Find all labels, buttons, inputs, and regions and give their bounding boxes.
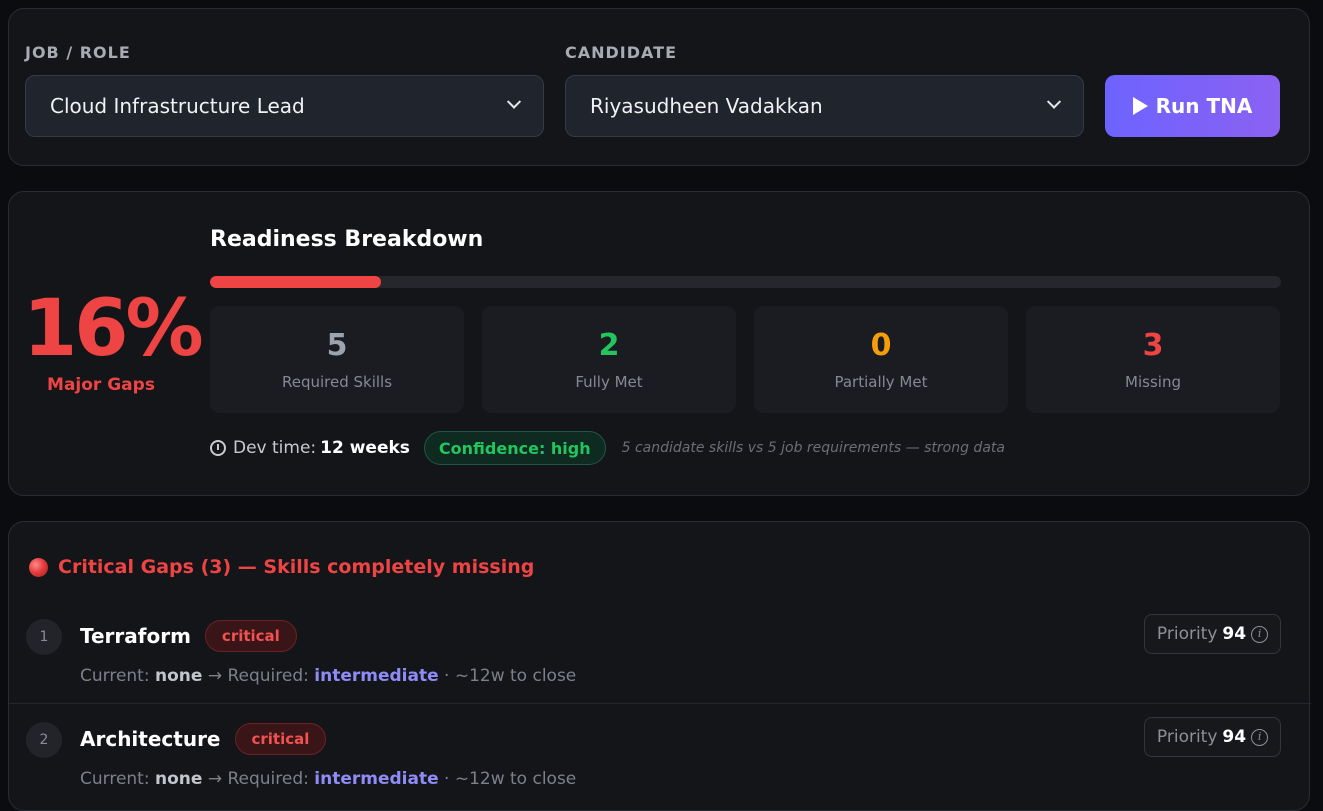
critical-gaps-title: Critical Gaps (3) — Skills completely mi… [58,556,535,578]
stat-value: 3 [1142,328,1164,363]
required-label: → Required: [207,666,309,686]
required-level: intermediate [314,769,439,789]
stat-label: Required Skills [281,373,393,391]
readiness-progress-bar [210,276,1281,288]
current-level: none [154,769,203,789]
stat-label: Partially Met [834,373,928,391]
readiness-meta: Dev time: 12 weeks Confidence: high 5 ca… [210,431,1005,465]
gap-row[interactable]: 2 Architecture critical Current: none → … [9,707,1311,807]
stat-missing: 3 Missing [1026,306,1280,413]
job-role-value: Cloud Infrastructure Lead [50,94,305,118]
candidate-label: CANDIDATE [565,43,678,62]
priority-label: Priority [1156,624,1218,644]
play-icon [1132,97,1148,115]
job-role-label: JOB / ROLE [25,43,131,62]
priority-badge[interactable]: Priority 94 i [1144,717,1281,757]
stat-fully-met: 2 Fully Met [482,306,736,413]
stat-label: Fully Met [575,373,643,391]
dev-time-label: Dev time: [233,438,317,458]
dev-time: Dev time: 12 weeks [210,438,410,458]
required-label: → Required: [207,769,309,789]
severity-badge: critical [204,620,297,652]
critical-gaps-heading: Critical Gaps (3) — Skills completely mi… [29,556,534,578]
gap-index: 1 [26,619,62,655]
confidence-badge: Confidence: high [423,431,606,465]
info-icon[interactable]: i [1251,728,1269,746]
gap-detail: Current: none → Required: intermediate ·… [80,666,576,686]
critical-gaps-panel: Critical Gaps (3) — Skills completely mi… [8,521,1311,811]
readiness-percent: 16% [23,284,204,374]
priority-label: Priority [1156,727,1218,747]
severity-badge: critical [234,723,327,755]
stat-value: 0 [870,328,892,363]
chevron-down-icon [506,94,522,109]
info-icon[interactable]: i [1251,625,1269,643]
candidate-select[interactable]: Riyasudheen Vadakkan [565,75,1084,137]
readiness-breakdown-title: Readiness Breakdown [210,227,484,252]
stat-value: 5 [326,328,348,363]
priority-value: 94 [1222,624,1247,644]
close-time: · ~12w to close [444,666,577,686]
stat-required-skills: 5 Required Skills [210,306,464,413]
current-label: Current: [80,769,150,789]
readiness-panel: 16% Major Gaps Readiness Breakdown 5 Req… [8,191,1310,496]
gap-index: 2 [26,722,62,758]
gap-detail: Current: none → Required: intermediate ·… [80,769,576,789]
dev-time-value: 12 weeks [320,438,410,458]
gap-row[interactable]: 1 Terraform critical Current: none → Req… [9,604,1311,704]
stat-partially-met: 0 Partially Met [754,306,1008,413]
stat-value: 2 [598,328,620,363]
priority-value: 94 [1222,727,1247,747]
tna-selector-panel: JOB / ROLE Cloud Infrastructure Lead CAN… [8,8,1310,166]
gap-skill-name: Terraform [80,624,191,648]
current-label: Current: [80,666,150,686]
candidate-value: Riyasudheen Vadakkan [590,94,823,118]
confidence-note: 5 candidate skills vs 5 job requirements… [621,440,1005,456]
gap-skill-name: Architecture [80,727,221,751]
gap-header: Terraform critical [80,620,297,652]
red-circle-icon [29,557,48,577]
required-level: intermediate [314,666,439,686]
stat-label: Missing [1125,373,1181,391]
close-time: · ~12w to close [444,769,577,789]
stopwatch-icon [210,440,226,456]
priority-badge[interactable]: Priority 94 i [1144,614,1281,654]
readiness-verdict: Major Gaps [47,375,155,395]
readiness-progress-fill [210,276,382,288]
run-tna-button[interactable]: Run TNA [1105,75,1280,137]
current-level: none [154,666,203,686]
chevron-down-icon [1046,94,1062,109]
gap-header: Architecture critical [80,723,327,755]
run-tna-label: Run TNA [1155,94,1253,118]
job-role-select[interactable]: Cloud Infrastructure Lead [25,75,544,137]
